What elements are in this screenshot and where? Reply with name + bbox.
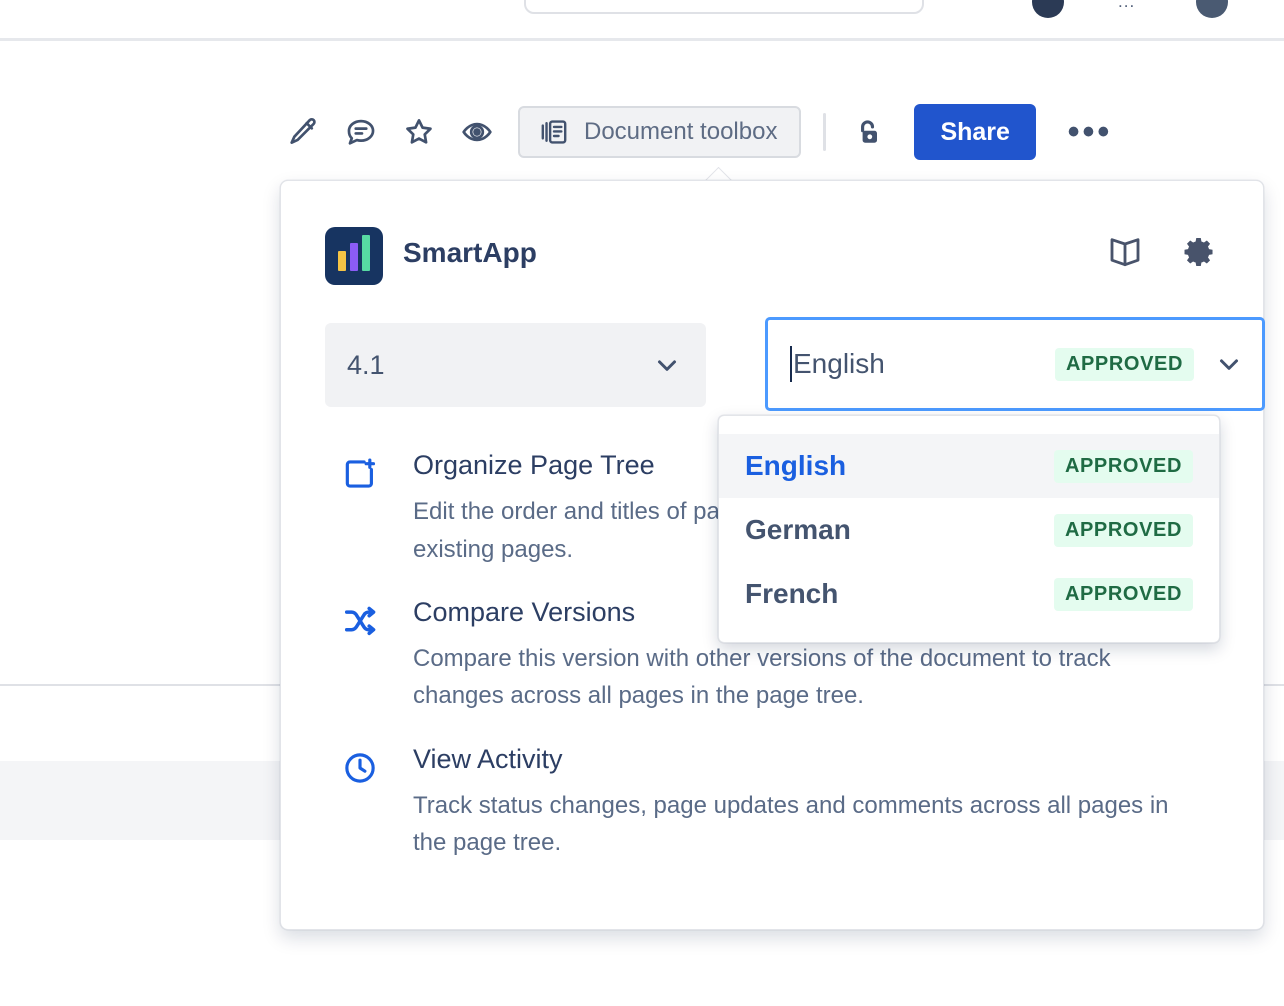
page-action-toolbar: Document toolbox Share ••• <box>280 100 1118 164</box>
status-badge: APPROVED <box>1054 450 1193 483</box>
status-badge: APPROVED <box>1055 348 1194 381</box>
watch-eye-icon[interactable] <box>454 109 500 155</box>
language-option-english[interactable]: English APPROVED <box>719 434 1219 498</box>
version-select[interactable]: 4.1 <box>325 323 706 407</box>
document-toolbox-label: Document toolbox <box>584 118 777 146</box>
language-option-french[interactable]: French APPROVED <box>719 562 1219 626</box>
status-badge: APPROVED <box>1054 514 1193 547</box>
clock-icon <box>341 749 379 787</box>
panel-header-actions <box>1105 231 1219 273</box>
star-icon[interactable] <box>396 109 442 155</box>
avatar-overflow[interactable]: ... <box>1118 0 1135 12</box>
comment-icon[interactable] <box>338 109 384 155</box>
document-toolbox-icon <box>538 116 570 148</box>
version-select-value: 4.1 <box>347 350 652 381</box>
compare-shuffle-icon <box>341 602 379 640</box>
chevron-down-icon <box>1214 349 1244 379</box>
feature-view-activity[interactable]: View Activity Track status changes, page… <box>325 743 1219 862</box>
book-icon[interactable] <box>1105 232 1145 272</box>
more-actions-button[interactable]: ••• <box>1062 108 1118 156</box>
text-cursor <box>790 346 792 382</box>
unlock-restrictions-icon[interactable] <box>844 108 892 156</box>
language-option-german[interactable]: German APPROVED <box>719 498 1219 562</box>
language-dropdown-menu: English APPROVED German APPROVED French … <box>718 415 1220 643</box>
feature-description: Compare this version with other versions… <box>413 640 1203 714</box>
document-toolbox-button[interactable]: Document toolbox <box>518 106 801 158</box>
global-search-input[interactable] <box>524 0 924 14</box>
language-option-label: German <box>745 514 1054 546</box>
language-option-label: French <box>745 578 1054 610</box>
toolbar-separator <box>823 113 826 151</box>
chevron-down-icon <box>652 350 682 380</box>
feature-description: Track status changes, page updates and c… <box>413 787 1203 861</box>
gear-icon[interactable] <box>1177 231 1219 273</box>
share-button[interactable]: Share <box>914 104 1035 160</box>
header-divider <box>0 38 1284 41</box>
language-select-value: English <box>793 348 1055 380</box>
screen: ... <box>0 0 1284 1006</box>
language-option-label: English <box>745 450 1054 482</box>
avatar[interactable] <box>1196 0 1228 18</box>
panel-header: SmartApp <box>325 227 1219 287</box>
feature-title: View Activity <box>413 743 1219 775</box>
smartapp-logo-icon <box>325 227 383 285</box>
language-select[interactable]: English APPROVED <box>765 317 1265 411</box>
selectors-row: 4.1 English APPROVED <box>325 323 1219 407</box>
status-badge: APPROVED <box>1054 578 1193 611</box>
app-title: SmartApp <box>403 237 537 269</box>
avatar[interactable] <box>1032 0 1064 18</box>
page-add-icon <box>341 455 379 493</box>
app-header-strip: ... <box>0 0 1284 40</box>
edit-pencil-icon[interactable] <box>280 109 326 155</box>
